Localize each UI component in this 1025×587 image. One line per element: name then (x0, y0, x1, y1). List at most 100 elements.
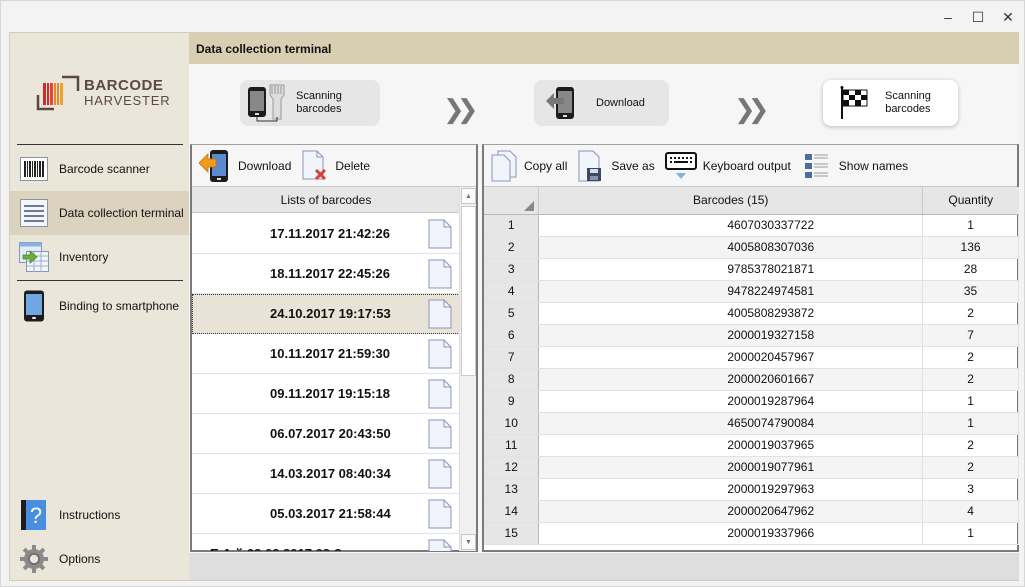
quantity-cell[interactable]: 2 (922, 456, 1019, 479)
table-row[interactable]: 10 4650074790084 1 (484, 412, 1019, 435)
list-view-icon (804, 153, 829, 179)
quantity-cell[interactable]: 2 (922, 302, 1019, 325)
delete-label: Delete (335, 158, 371, 173)
barcode-cell[interactable]: 2000019337966 (538, 522, 924, 545)
list-item[interactable]: 24.10.2017 19:17:53 (192, 294, 460, 334)
list-item[interactable]: 18.11.2017 22:45:26 (192, 254, 460, 294)
step-download[interactable]: Download (534, 80, 669, 126)
select-all-corner[interactable] (484, 187, 540, 215)
save-as-label: Save as (611, 158, 655, 173)
row-number[interactable]: 7 (484, 346, 540, 369)
row-number[interactable]: 14 (484, 500, 540, 523)
row-number[interactable]: 2 (484, 236, 540, 259)
barcode-cell[interactable]: 2000019037965 (538, 434, 924, 457)
table-row[interactable]: 6 2000019327158 7 (484, 324, 1019, 347)
scroll-up-button[interactable]: ▲ (461, 188, 476, 204)
barcode-cell[interactable]: 2000019287964 (538, 390, 924, 413)
barcode-cell[interactable]: 9785378021871 (538, 258, 924, 281)
table-row[interactable]: 1 4607030337722 1 (484, 214, 1019, 237)
sidebar-item-data-collection-terminal[interactable]: Data collection terminal (10, 191, 189, 235)
row-number[interactable]: 12 (484, 456, 540, 479)
barcode-cell[interactable]: 2000019327158 (538, 324, 924, 347)
barcode-cell[interactable]: 9478224974581 (538, 280, 924, 303)
table-row[interactable]: 3 9785378021871 28 (484, 258, 1019, 281)
list-item[interactable]: 10.11.2017 21:59:30 (192, 334, 460, 374)
quantity-cell[interactable]: 1 (922, 412, 1019, 435)
table-row[interactable]: 15 2000019337966 1 (484, 522, 1019, 545)
quantity-cell[interactable]: 136 (922, 236, 1019, 259)
quantity-cell[interactable]: 1 (922, 214, 1019, 237)
barcode-cell[interactable]: 2000019077961 (538, 456, 924, 479)
sidebar-item-inventory[interactable]: Inventory (10, 235, 189, 279)
table-row[interactable]: 14 2000020647962 4 (484, 500, 1019, 523)
row-number[interactable]: 9 (484, 390, 540, 413)
quantity-cell[interactable]: 28 (922, 258, 1019, 281)
quantity-cell[interactable]: 2 (922, 368, 1019, 391)
quantity-cell[interactable]: 7 (922, 324, 1019, 347)
row-number[interactable]: 4 (484, 280, 540, 303)
list-item[interactable]: 06.07.2017 20:43:50 (192, 414, 460, 454)
sidebar-item-instructions[interactable]: ? Instructions (10, 493, 189, 537)
table-row[interactable]: 2 4005808307036 136 (484, 236, 1019, 259)
barcode-lists: 17.11.2017 21:42:26 18.11.2017 22:45:26 24… (192, 214, 460, 551)
maximize-button[interactable]: ☐ (970, 9, 986, 25)
quantity-cell[interactable]: 4 (922, 500, 1019, 523)
table-row[interactable]: 7 2000020457967 2 (484, 346, 1019, 369)
row-number[interactable]: 15 (484, 522, 540, 545)
download-button[interactable]: Download (198, 149, 291, 183)
scroll-down-button[interactable]: ▼ (461, 534, 476, 550)
copy-all-button[interactable]: Copy all (490, 150, 567, 182)
show-names-button[interactable]: Show names (804, 153, 908, 179)
table-row[interactable]: 11 2000019037965 2 (484, 434, 1019, 457)
barcode-cell[interactable]: 2000020601667 (538, 368, 924, 391)
step-scanning-barcodes[interactable]: Scanning barcodes (240, 80, 380, 126)
row-number[interactable]: 8 (484, 368, 540, 391)
column-header-quantity[interactable]: Quantity (922, 187, 1019, 215)
list-item[interactable]: 14.03.2017 08:40:34 (192, 454, 460, 494)
step-finish[interactable]: Scanning barcodes (823, 80, 958, 126)
quantity-cell[interactable]: 35 (922, 280, 1019, 303)
list-item-datetime: 10.11.2017 21:59:30 (270, 346, 390, 361)
barcode-cell[interactable]: 2000020457967 (538, 346, 924, 369)
save-as-button[interactable]: Save as (577, 150, 655, 182)
column-header-barcodes[interactable]: Barcodes (15) (538, 187, 924, 215)
row-number[interactable]: 6 (484, 324, 540, 347)
quantity-cell[interactable]: 2 (922, 434, 1019, 457)
row-number[interactable]: 3 (484, 258, 540, 281)
row-number[interactable]: 13 (484, 478, 540, 501)
row-number[interactable]: 11 (484, 434, 540, 457)
sidebar-item-barcode-scanner[interactable]: Barcode scanner (10, 147, 189, 191)
sidebar-item-binding-to-smartphone[interactable]: Binding to smartphone (10, 284, 189, 328)
barcode-cell[interactable]: 4005808307036 (538, 236, 924, 259)
list-item[interactable]: 09.11.2017 19:15:18 (192, 374, 460, 414)
table-row[interactable]: 8 2000020601667 2 (484, 368, 1019, 391)
lists-scrollbar[interactable]: ▲ ▼ (459, 187, 476, 551)
row-number[interactable]: 1 (484, 214, 540, 237)
table-row[interactable]: 5 4005808293872 2 (484, 302, 1019, 325)
barcode-cell[interactable]: 4005808293872 (538, 302, 924, 325)
quantity-cell[interactable]: 1 (922, 390, 1019, 413)
barcode-cell[interactable]: 2000019297963 (538, 478, 924, 501)
keyboard-output-button[interactable]: Keyboard output (664, 151, 791, 181)
quantity-cell[interactable]: 3 (922, 478, 1019, 501)
barcode-cell[interactable]: 4607030337722 (538, 214, 924, 237)
row-number[interactable]: 10 (484, 412, 540, 435)
row-number[interactable]: 5 (484, 302, 540, 325)
delete-button[interactable]: Delete (301, 150, 370, 182)
scroll-thumb[interactable] (461, 206, 476, 376)
barcode-cell[interactable]: 4650074790084 (538, 412, 924, 435)
list-item[interactable]: Е А й 03.03.2017 08:3 (192, 534, 460, 551)
table-row[interactable]: 12 2000019077961 2 (484, 456, 1019, 479)
table-row[interactable]: 4 9478224974581 35 (484, 280, 1019, 303)
list-item[interactable]: 17.11.2017 21:42:26 (192, 214, 460, 254)
barcodes-toolbar: Copy all Save as Keyboard output Show na… (484, 145, 1017, 187)
close-button[interactable]: ✕ (1000, 9, 1016, 25)
sidebar-item-options[interactable]: Options (10, 537, 189, 581)
list-item[interactable]: 05.03.2017 21:58:44 (192, 494, 460, 534)
table-row[interactable]: 9 2000019287964 1 (484, 390, 1019, 413)
quantity-cell[interactable]: 1 (922, 522, 1019, 545)
barcode-cell[interactable]: 2000020647962 (538, 500, 924, 523)
table-row[interactable]: 13 2000019297963 3 (484, 478, 1019, 501)
quantity-cell[interactable]: 2 (922, 346, 1019, 369)
minimize-button[interactable]: – (940, 9, 956, 25)
